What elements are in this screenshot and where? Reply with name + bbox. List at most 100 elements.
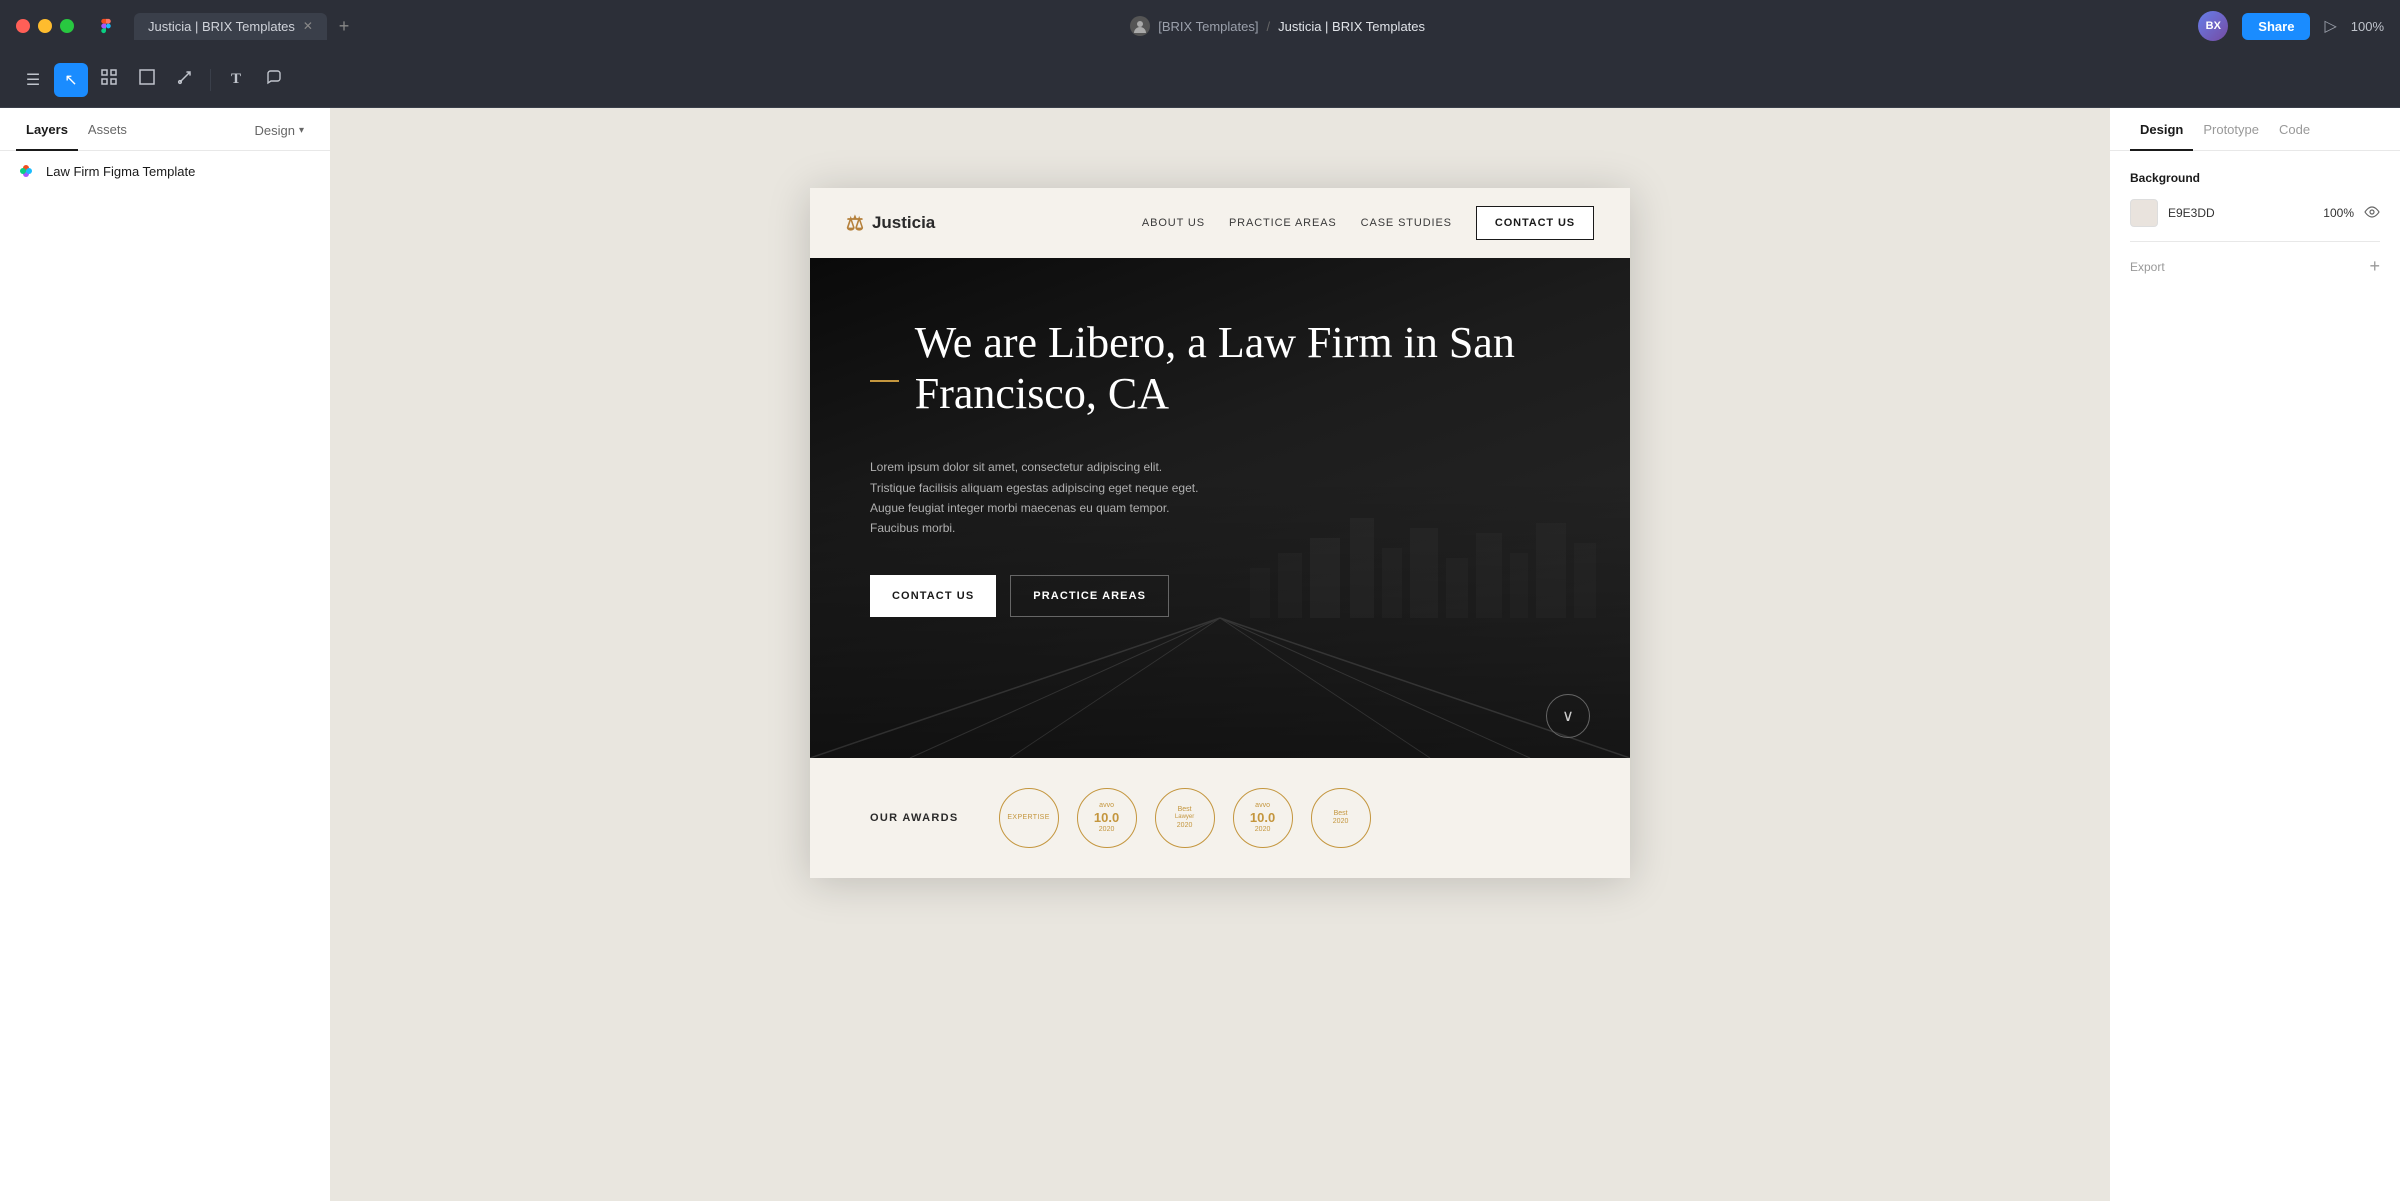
badge-num-1: 10.0 (1094, 810, 1119, 826)
background-section-title: Background (2130, 171, 2380, 185)
layer-name: Law Firm Figma Template (46, 164, 195, 179)
panel-tabs: Layers Assets Design ▾ (0, 108, 330, 151)
awards-title: OUR AWARDS (870, 812, 959, 824)
badge-label-2: avvo (1099, 802, 1114, 810)
hero-buttons: CONTACT US PRACTICE AREAS (870, 575, 1570, 617)
design-mode-button[interactable]: Design ▾ (245, 108, 315, 150)
divider (2130, 241, 2380, 242)
canvas-area[interactable]: ⚖ Justicia ABOUT US PRACTICE AREAS CASE … (330, 108, 2110, 1201)
chevron-down-icon: ▾ (299, 125, 304, 136)
text-icon: T (231, 71, 241, 88)
left-panel: Layers Assets Design ▾ Law Firm Figma Te… (0, 108, 330, 1201)
logo-icon: ⚖ (846, 211, 864, 236)
profile-icon (1130, 16, 1150, 36)
color-hex-value: E9E3DD (2168, 206, 2304, 220)
right-panel: Design Prototype Code Background E9E3DD … (2110, 108, 2400, 1201)
right-panel-content: Background E9E3DD 100% Export + (2110, 151, 2400, 297)
figma-layer-icon (16, 161, 36, 181)
nav-links: ABOUT US PRACTICE AREAS CASE STUDIES (1142, 217, 1452, 229)
award-badge-best-2: Best 2020 (1311, 788, 1371, 848)
right-panel-tabs: Design Prototype Code (2110, 108, 2400, 151)
site-logo: ⚖ Justicia (846, 211, 935, 236)
design-label: Design (255, 123, 295, 138)
color-swatch[interactable] (2130, 199, 2158, 227)
badge-label-3: Best (1178, 806, 1192, 814)
logo-text: Justicia (872, 213, 935, 233)
award-badge-best-1: Best Lawyer 2020 (1155, 788, 1215, 848)
hero-title: We are Libero, a Law Firm in San Francis… (915, 318, 1570, 419)
site-awards: OUR AWARDS Expertise avvo 10.0 2020 Best (810, 758, 1630, 878)
share-button[interactable]: Share (2242, 13, 2310, 40)
comment-tool-button[interactable] (257, 63, 291, 97)
nav-about[interactable]: ABOUT US (1142, 217, 1205, 229)
badge-year-1: 2020 (1099, 826, 1115, 834)
badge-label-1: Expertise (1007, 814, 1049, 822)
new-tab-button[interactable]: + (331, 13, 357, 39)
traffic-lights (16, 19, 74, 33)
export-label: Export (2130, 260, 2165, 274)
tab-prototype[interactable]: Prototype (2193, 108, 2269, 151)
pen-tool-button[interactable] (168, 63, 202, 97)
pen-icon (177, 69, 193, 90)
tab-layers[interactable]: Layers (16, 108, 78, 151)
hero-description: Lorem ipsum dolor sit amet, consectetur … (870, 457, 1210, 539)
export-row: Export + (2130, 256, 2380, 277)
shape-icon (139, 69, 155, 90)
zoom-control[interactable]: 100% (2351, 19, 2384, 34)
title-bar: Justicia | BRIX Templates ✕ + [BRIX Temp… (0, 0, 2400, 52)
toolbar-separator (210, 69, 211, 91)
breadcrumb-team: [BRIX Templates] (1158, 19, 1258, 34)
badge-label-5: Best (1334, 810, 1348, 818)
background-color-row: E9E3DD 100% (2130, 199, 2380, 227)
tab-assets[interactable]: Assets (78, 108, 137, 151)
site-hero: We are Libero, a Law Firm in San Francis… (810, 258, 1630, 758)
hero-content: We are Libero, a Law Firm in San Francis… (810, 258, 1630, 697)
hero-practice-button[interactable]: PRACTICE AREAS (1010, 575, 1169, 617)
tab-area: Justicia | BRIX Templates ✕ + (134, 13, 357, 40)
site-navbar: ⚖ Justicia ABOUT US PRACTICE AREAS CASE … (810, 188, 1630, 258)
comment-icon (266, 69, 282, 90)
breadcrumb-file: Justicia | BRIX Templates (1278, 19, 1425, 34)
maximize-button[interactable] (60, 19, 74, 33)
design-frame: ⚖ Justicia ABOUT US PRACTICE AREAS CASE … (810, 188, 1630, 878)
nav-practice[interactable]: PRACTICE AREAS (1229, 217, 1337, 229)
toolbar: ☰ ↖ T (0, 52, 2400, 108)
menu-button[interactable]: ☰ (16, 63, 50, 97)
play-button[interactable]: ▷ (2324, 16, 2336, 36)
color-opacity-value: 100% (2314, 206, 2354, 220)
awards-badges: Expertise avvo 10.0 2020 Best Lawyer 202… (999, 788, 1371, 848)
close-button[interactable] (16, 19, 30, 33)
award-badge-avvo-2: avvo 10.0 2020 (1233, 788, 1293, 848)
tab-justicia[interactable]: Justicia | BRIX Templates ✕ (134, 13, 327, 40)
hero-title-row: We are Libero, a Law Firm in San Francis… (870, 318, 1570, 443)
visibility-icon[interactable] (2364, 205, 2380, 221)
badge-year-2: 2020 (1177, 822, 1193, 830)
list-item[interactable]: Law Firm Figma Template (0, 151, 330, 191)
export-add-button[interactable]: + (2369, 256, 2380, 277)
badge-year-3: 2020 (1255, 826, 1271, 834)
scroll-down-button[interactable]: ∨ (1546, 694, 1590, 738)
nav-cta-button[interactable]: CONTACT US (1476, 206, 1594, 240)
breadcrumb: [BRIX Templates] / Justicia | BRIX Templ… (357, 16, 2198, 36)
nav-cases[interactable]: CASE STUDIES (1361, 217, 1452, 229)
title-right-controls: BX Share ▷ 100% (2198, 11, 2384, 41)
breadcrumb-separator: / (1266, 19, 1270, 34)
select-icon: ↖ (64, 70, 77, 90)
user-avatar[interactable]: BX (2198, 11, 2228, 41)
figma-icon (94, 14, 118, 38)
badge-year-4: 2020 (1333, 818, 1349, 826)
frame-tool-button[interactable] (92, 63, 126, 97)
badge-num-2: 10.0 (1250, 810, 1275, 826)
minimize-button[interactable] (38, 19, 52, 33)
tab-close-icon[interactable]: ✕ (303, 19, 313, 33)
select-tool-button[interactable]: ↖ (54, 63, 88, 97)
hero-contact-button[interactable]: CONTACT US (870, 575, 996, 617)
frame-icon (101, 69, 117, 90)
text-tool-button[interactable]: T (219, 63, 253, 97)
tab-design[interactable]: Design (2130, 108, 2193, 151)
hero-accent-line (870, 380, 899, 382)
tab-code[interactable]: Code (2269, 108, 2320, 151)
tab-label: Justicia | BRIX Templates (148, 19, 295, 34)
badge-sub-1: Lawyer (1175, 814, 1194, 821)
shape-tool-button[interactable] (130, 63, 164, 97)
